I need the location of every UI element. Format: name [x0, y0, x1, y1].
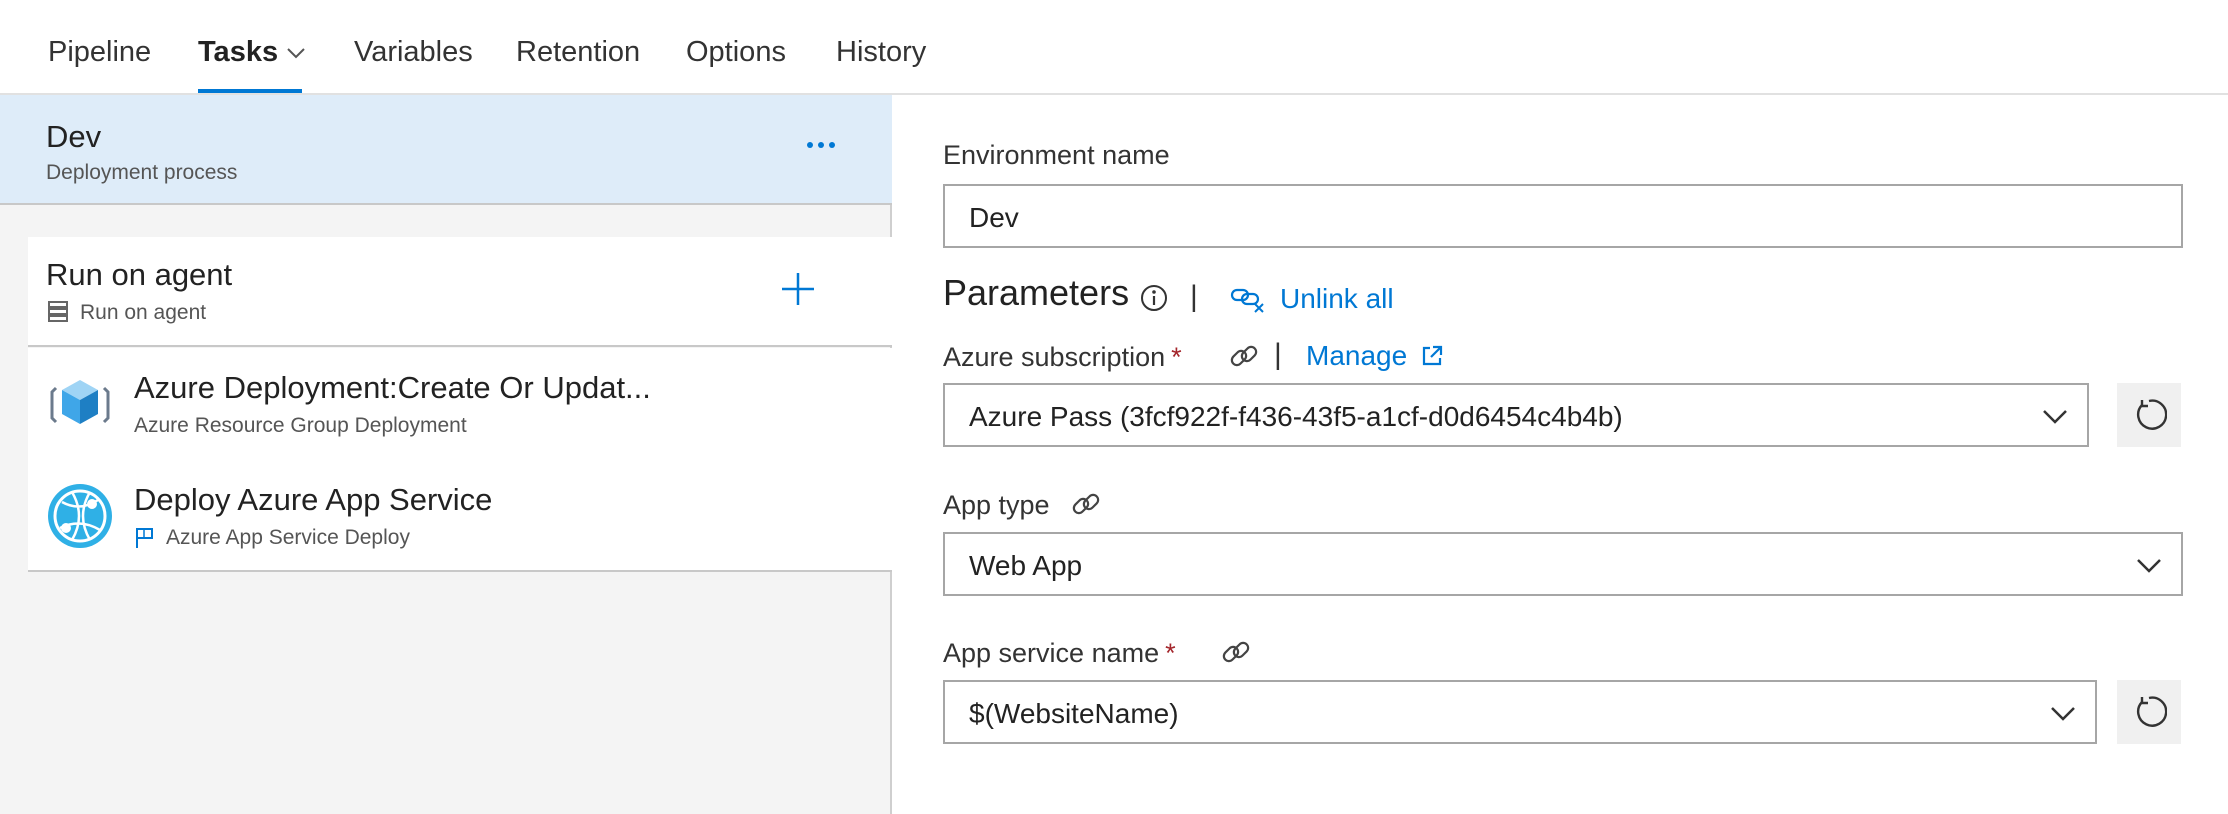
environment-name-value: Dev — [969, 202, 1019, 233]
tab-pipeline[interactable]: Pipeline — [48, 36, 151, 69]
app-type-value: Web App — [969, 550, 1083, 581]
server-icon — [48, 301, 68, 322]
app-service-name-label: App service name * — [943, 638, 1176, 669]
unlink-all-link[interactable]: Unlink all — [1280, 283, 1394, 315]
chevron-down-icon — [2137, 559, 2161, 573]
azure-subscription-label: Azure subscription * — [943, 342, 1182, 373]
stage-subtitle: Deployment process — [46, 161, 238, 184]
stage-title: Dev — [46, 119, 102, 154]
tab-variables[interactable]: Variables — [354, 36, 473, 69]
parameters-heading: Parameters — [943, 272, 1130, 313]
task-title: Deploy Azure App Service — [134, 482, 493, 517]
plus-icon[interactable] — [780, 271, 816, 307]
refresh-icon — [2137, 696, 2167, 727]
tab-tasks[interactable]: Tasks — [198, 36, 306, 69]
tab-options[interactable]: Options — [686, 36, 786, 69]
app-service-name-dropdown[interactable]: $(WebsiteName) — [943, 680, 2097, 744]
tab-tasks-label: Tasks — [198, 36, 279, 68]
task-title: Azure Deployment:Create Or Updat... — [134, 370, 651, 405]
chevron-down-icon — [2043, 410, 2067, 424]
app-type-label: App type — [943, 490, 1050, 520]
task-deploy-app-service[interactable]: Deploy Azure App Service Azure App Servi… — [28, 460, 892, 572]
tab-bar: Pipeline Tasks Variables Retention Optio… — [0, 0, 2228, 95]
manage-link[interactable]: Manage — [1306, 340, 1407, 372]
app-service-name-value: $(WebsiteName) — [969, 698, 1179, 729]
flag-icon — [136, 528, 153, 548]
phase-subtitle: Run on agent — [80, 301, 207, 324]
separator: | — [1274, 338, 1282, 371]
app-service-globe-icon — [48, 484, 112, 548]
stage-dev[interactable]: Dev Deployment process — [0, 95, 892, 205]
azure-subscription-label-text: Azure subscription — [943, 342, 1166, 372]
phase-title: Run on agent — [46, 257, 233, 292]
chevron-down-icon — [2051, 707, 2075, 721]
agent-phase[interactable]: Run on agent Run on agent — [28, 237, 892, 347]
external-link-icon[interactable] — [1420, 344, 1444, 368]
active-tab-indicator — [198, 89, 302, 93]
tab-history[interactable]: History — [836, 36, 926, 69]
link-icon[interactable] — [1220, 636, 1252, 668]
task-azure-deployment[interactable]: Azure Deployment:Create Or Updat... Azur… — [28, 348, 892, 460]
separator: | — [1190, 280, 1198, 313]
required-mark: * — [1165, 638, 1176, 668]
link-icon[interactable] — [1228, 340, 1260, 372]
info-icon[interactable] — [1138, 282, 1170, 314]
environment-name-field[interactable]: Dev — [943, 184, 2183, 248]
resource-group-cube-icon — [50, 380, 110, 424]
app-service-name-label-text: App service name — [943, 638, 1160, 668]
link-icon[interactable] — [1070, 488, 1102, 520]
refresh-subscriptions-button[interactable] — [2117, 383, 2181, 447]
task-subtitle: Azure App Service Deploy — [166, 526, 410, 549]
app-type-dropdown[interactable]: Web App — [943, 532, 2183, 596]
azure-subscription-dropdown[interactable]: Azure Pass (3fcf922f-f436-43f5-a1cf-d0d6… — [943, 383, 2089, 447]
required-mark: * — [1171, 342, 1182, 372]
azure-subscription-value: Azure Pass (3fcf922f-f436-43f5-a1cf-d0d6… — [969, 401, 1623, 432]
unlink-icon[interactable] — [1230, 282, 1266, 314]
task-subtitle: Azure Resource Group Deployment — [134, 414, 467, 437]
ellipsis-icon[interactable] — [806, 135, 836, 155]
environment-name-label: Environment name — [943, 140, 1170, 170]
refresh-app-services-button[interactable] — [2117, 680, 2181, 744]
tab-retention[interactable]: Retention — [516, 36, 640, 69]
chevron-down-icon — [287, 48, 305, 59]
refresh-icon — [2137, 399, 2167, 430]
task-list-pane: Dev Deployment process Run on agent Run … — [0, 95, 892, 814]
